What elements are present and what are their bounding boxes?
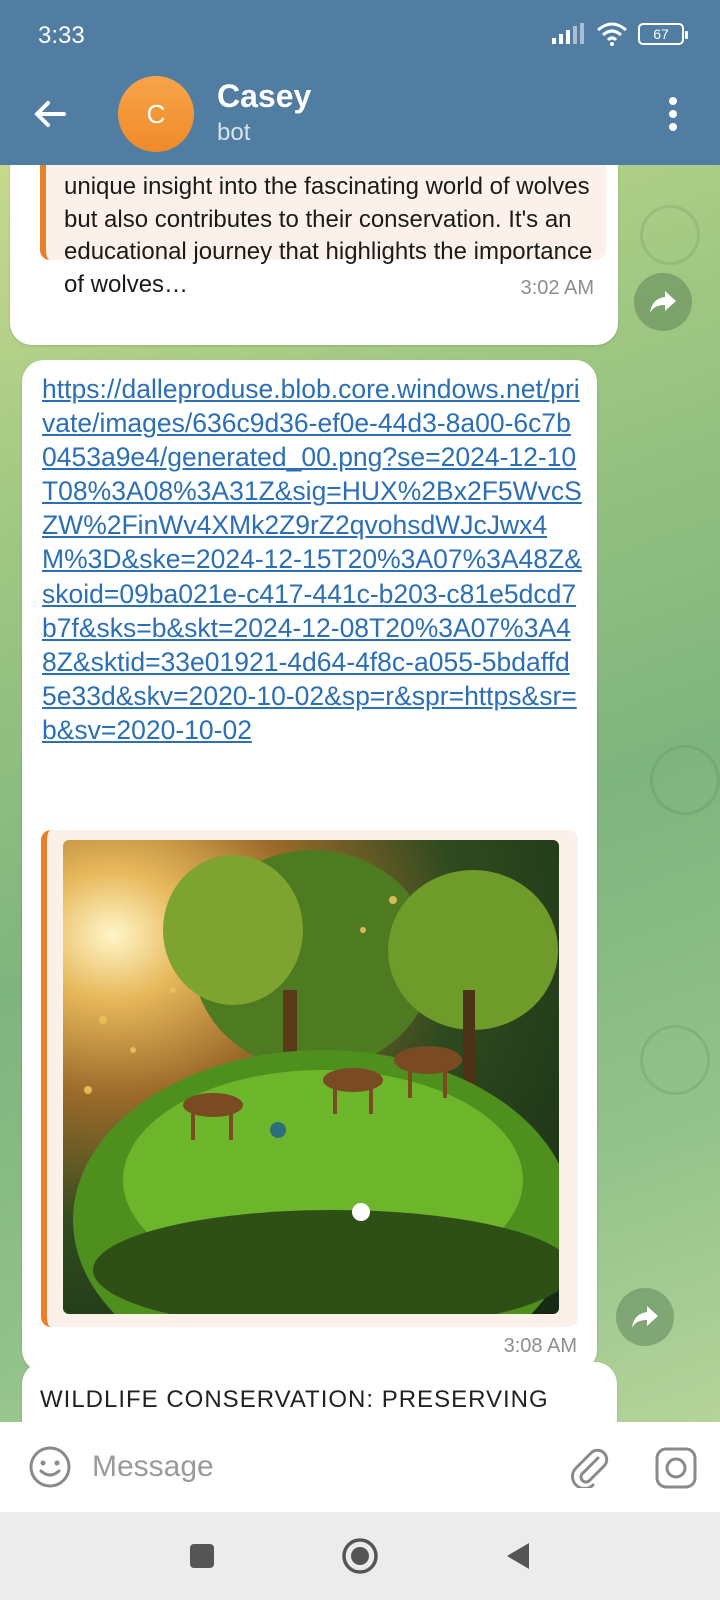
forward-button[interactable] [616,1288,674,1346]
share-arrow-icon [650,291,676,313]
message-bubble[interactable]: WILDLIFE CONSERVATION: PRESERVING [22,1362,617,1422]
home-circle-icon [342,1538,378,1574]
chat-title[interactable]: Casey [217,78,311,115]
status-icons: 67 [552,22,688,46]
triangle-back-icon [507,1543,529,1569]
status-time: 3:33 [38,22,85,49]
back-arrow-icon [34,101,66,127]
more-vertical-icon [669,97,677,131]
wifi-icon [597,22,627,46]
message-bubble[interactable]: https://dalleproduse.blob.core.windows.n… [22,360,597,1372]
back-button[interactable] [28,92,72,136]
quote-block: unique insight into the fascinating worl… [40,165,606,298]
forward-button[interactable] [634,273,692,331]
message-time: 3:02 AM [520,277,594,299]
back-nav-button[interactable] [496,1534,540,1578]
message-composer [0,1422,720,1512]
paperclip-icon [571,1448,609,1490]
system-nav-bar [0,1512,720,1600]
message-bubble[interactable]: unique insight into the fascinating worl… [10,165,618,345]
background-doodle [640,205,700,265]
signal-icon [552,23,584,44]
message-text: WILDLIFE CONSERVATION: PRESERVING [40,1386,549,1413]
square-icon [190,1544,214,1568]
chat-subtitle: bot [217,119,251,146]
home-button[interactable] [338,1534,382,1578]
message-time: 3:08 AM [503,1335,577,1357]
background-doodle [640,1025,710,1095]
app-header: 3:33 67 C Casey bot [0,0,720,165]
forest-wildlife-illustration [73,850,559,1314]
camera-button[interactable] [654,1446,698,1490]
attach-button[interactable] [568,1446,610,1490]
link-preview[interactable] [41,830,578,1327]
emoji-button[interactable] [28,1445,72,1489]
battery-icon: 67 [638,23,688,45]
camera-icon [655,1447,697,1489]
recents-button[interactable] [180,1534,224,1578]
more-menu-button[interactable] [666,96,680,132]
emoji-icon [29,1446,71,1488]
preview-image[interactable] [63,840,559,1314]
message-input[interactable] [92,1442,532,1492]
chat-area[interactable]: unique insight into the fascinating worl… [0,165,720,1422]
share-arrow-icon [632,1306,658,1328]
avatar[interactable]: C [118,76,194,152]
background-doodle [650,745,720,815]
message-link[interactable]: https://dalleproduse.blob.core.windows.n… [42,372,582,747]
